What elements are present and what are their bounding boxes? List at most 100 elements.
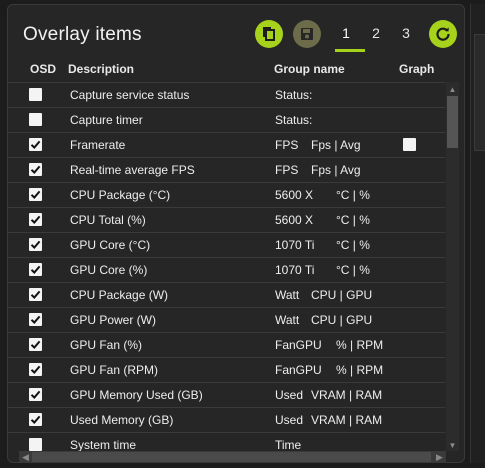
checkmark-icon — [30, 140, 41, 149]
checkmark-icon — [30, 290, 41, 299]
osd-checkbox[interactable] — [29, 313, 42, 326]
copy-button[interactable] — [255, 20, 283, 48]
reset-icon — [436, 27, 450, 41]
table-row[interactable]: CPU Total (%) 5600 X °C | % — [8, 207, 445, 232]
horizontal-scrollbar[interactable]: ◀ ▶ — [19, 451, 446, 462]
table-row[interactable]: GPU Core (°C) 1070 Ti °C | % — [8, 232, 445, 257]
table-row[interactable]: System time Time — [8, 432, 445, 452]
row-description: GPU Core (°C) — [70, 238, 151, 252]
row-group-name[interactable]: Watt — [275, 288, 299, 302]
overlay-items-panel: Overlay items 1 2 3 OSD Description Grou… — [7, 4, 465, 463]
row-group-name[interactable]: FanGPU — [275, 338, 322, 352]
row-description: Capture timer — [70, 113, 143, 127]
row-group-unit: % | RPM — [336, 363, 384, 377]
row-description: System time — [70, 438, 137, 452]
osd-checkbox[interactable] — [29, 88, 42, 101]
table-row[interactable]: GPU Power (W) Watt CPU | GPU — [8, 307, 445, 332]
table-row[interactable]: Capture timer Status: — [8, 107, 445, 132]
scroll-up-icon[interactable]: ▲ — [446, 82, 459, 96]
row-group-name[interactable]: Used — [275, 413, 303, 427]
save-button[interactable] — [293, 20, 321, 48]
scroll-down-icon[interactable]: ▼ — [446, 438, 459, 452]
column-header-group[interactable]: Group name — [274, 62, 345, 76]
checkmark-icon — [30, 415, 41, 424]
reset-button[interactable] — [429, 20, 457, 48]
checkmark-icon — [30, 165, 41, 174]
horizontal-scroll-thumb[interactable] — [32, 452, 431, 462]
osd-checkbox[interactable] — [29, 238, 42, 251]
osd-checkbox[interactable] — [29, 338, 42, 351]
column-header-graph[interactable]: Graph — [399, 62, 434, 76]
checkmark-icon — [30, 215, 41, 224]
table-row[interactable]: CPU Package (W) Watt CPU | GPU — [8, 282, 445, 307]
table-row[interactable]: Framerate FPS Fps | Avg — [8, 132, 445, 157]
table-row[interactable]: GPU Memory Used (GB) Used VRAM | RAM — [8, 382, 445, 407]
osd-checkbox[interactable] — [29, 163, 42, 176]
vertical-scroll-thumb[interactable] — [447, 96, 458, 148]
osd-checkbox[interactable] — [29, 438, 42, 451]
table-row[interactable]: GPU Fan (%) FanGPU % | RPM — [8, 332, 445, 357]
osd-checkbox[interactable] — [29, 363, 42, 376]
column-header-osd[interactable]: OSD — [30, 62, 56, 76]
osd-checkbox[interactable] — [29, 388, 42, 401]
row-group-name[interactable]: Status: — [275, 113, 312, 127]
osd-checkbox[interactable] — [29, 413, 42, 426]
osd-checkbox[interactable] — [29, 138, 42, 151]
adjacent-scroll-thumb[interactable] — [474, 34, 485, 151]
table-row[interactable]: Used Memory (GB) Used VRAM | RAM — [8, 407, 445, 432]
panel-title: Overlay items — [23, 24, 142, 45]
row-group-unit: CPU | GPU — [311, 288, 373, 302]
row-description: GPU Fan (%) — [70, 338, 143, 352]
checkmark-icon — [30, 315, 41, 324]
row-description: Capture service status — [70, 88, 190, 102]
row-group-unit: Fps | Avg — [311, 163, 361, 177]
row-group-unit: °C | % — [336, 188, 370, 202]
table-row[interactable]: GPU Core (%) 1070 Ti °C | % — [8, 257, 445, 282]
scrollbar-corner — [446, 451, 459, 462]
page-tab-1[interactable]: 1 — [335, 25, 357, 41]
row-group-unit: °C | % — [336, 263, 370, 277]
row-description: Framerate — [70, 138, 126, 152]
table-row[interactable]: Real-time average FPS FPS Fps | Avg — [8, 157, 445, 182]
page-tab-2[interactable]: 2 — [365, 25, 387, 41]
osd-checkbox[interactable] — [29, 188, 42, 201]
row-description: CPU Package (°C) — [70, 188, 171, 202]
row-group-name[interactable]: 5600 X — [275, 213, 313, 227]
checkmark-icon — [30, 365, 41, 374]
active-tab-indicator — [335, 49, 365, 52]
row-group-name[interactable]: Watt — [275, 313, 299, 327]
column-header-description[interactable]: Description — [68, 62, 134, 76]
row-group-unit: °C | % — [336, 213, 370, 227]
row-group-name[interactable]: 1070 Ti — [275, 238, 314, 252]
row-group-name[interactable]: Status: — [275, 88, 312, 102]
row-group-name[interactable]: FPS — [275, 138, 298, 152]
osd-checkbox[interactable] — [29, 213, 42, 226]
page-tab-3[interactable]: 3 — [395, 25, 417, 41]
row-group-name[interactable]: 1070 Ti — [275, 263, 314, 277]
vertical-scrollbar[interactable]: ▲ ▼ — [446, 82, 459, 452]
osd-checkbox[interactable] — [29, 288, 42, 301]
save-icon — [301, 28, 313, 40]
table-row[interactable]: CPU Package (°C) 5600 X °C | % — [8, 182, 445, 207]
checkmark-icon — [30, 340, 41, 349]
row-group-name[interactable]: Time — [275, 438, 301, 452]
row-description: CPU Total (%) — [70, 213, 146, 227]
row-group-name[interactable]: FanGPU — [275, 363, 322, 377]
row-description: Real-time average FPS — [70, 163, 195, 177]
row-group-unit: VRAM | RAM — [311, 388, 383, 402]
row-group-name[interactable]: 5600 X — [275, 188, 313, 202]
graph-checkbox[interactable] — [403, 138, 416, 151]
row-group-name[interactable]: FPS — [275, 163, 298, 177]
table-row[interactable]: GPU Fan (RPM) FanGPU % | RPM — [8, 357, 445, 382]
checkmark-icon — [30, 190, 41, 199]
copy-icon — [263, 27, 275, 41]
row-group-name[interactable]: Used — [275, 388, 303, 402]
osd-checkbox[interactable] — [29, 113, 42, 126]
scroll-left-icon[interactable]: ◀ — [19, 451, 32, 462]
table-row[interactable]: Capture service status Status: — [8, 82, 445, 107]
scroll-right-icon[interactable]: ▶ — [433, 451, 446, 462]
osd-checkbox[interactable] — [29, 263, 42, 276]
row-description: GPU Memory Used (GB) — [70, 388, 203, 402]
row-description: GPU Power (W) — [70, 313, 157, 327]
row-group-unit: Fps | Avg — [311, 138, 361, 152]
